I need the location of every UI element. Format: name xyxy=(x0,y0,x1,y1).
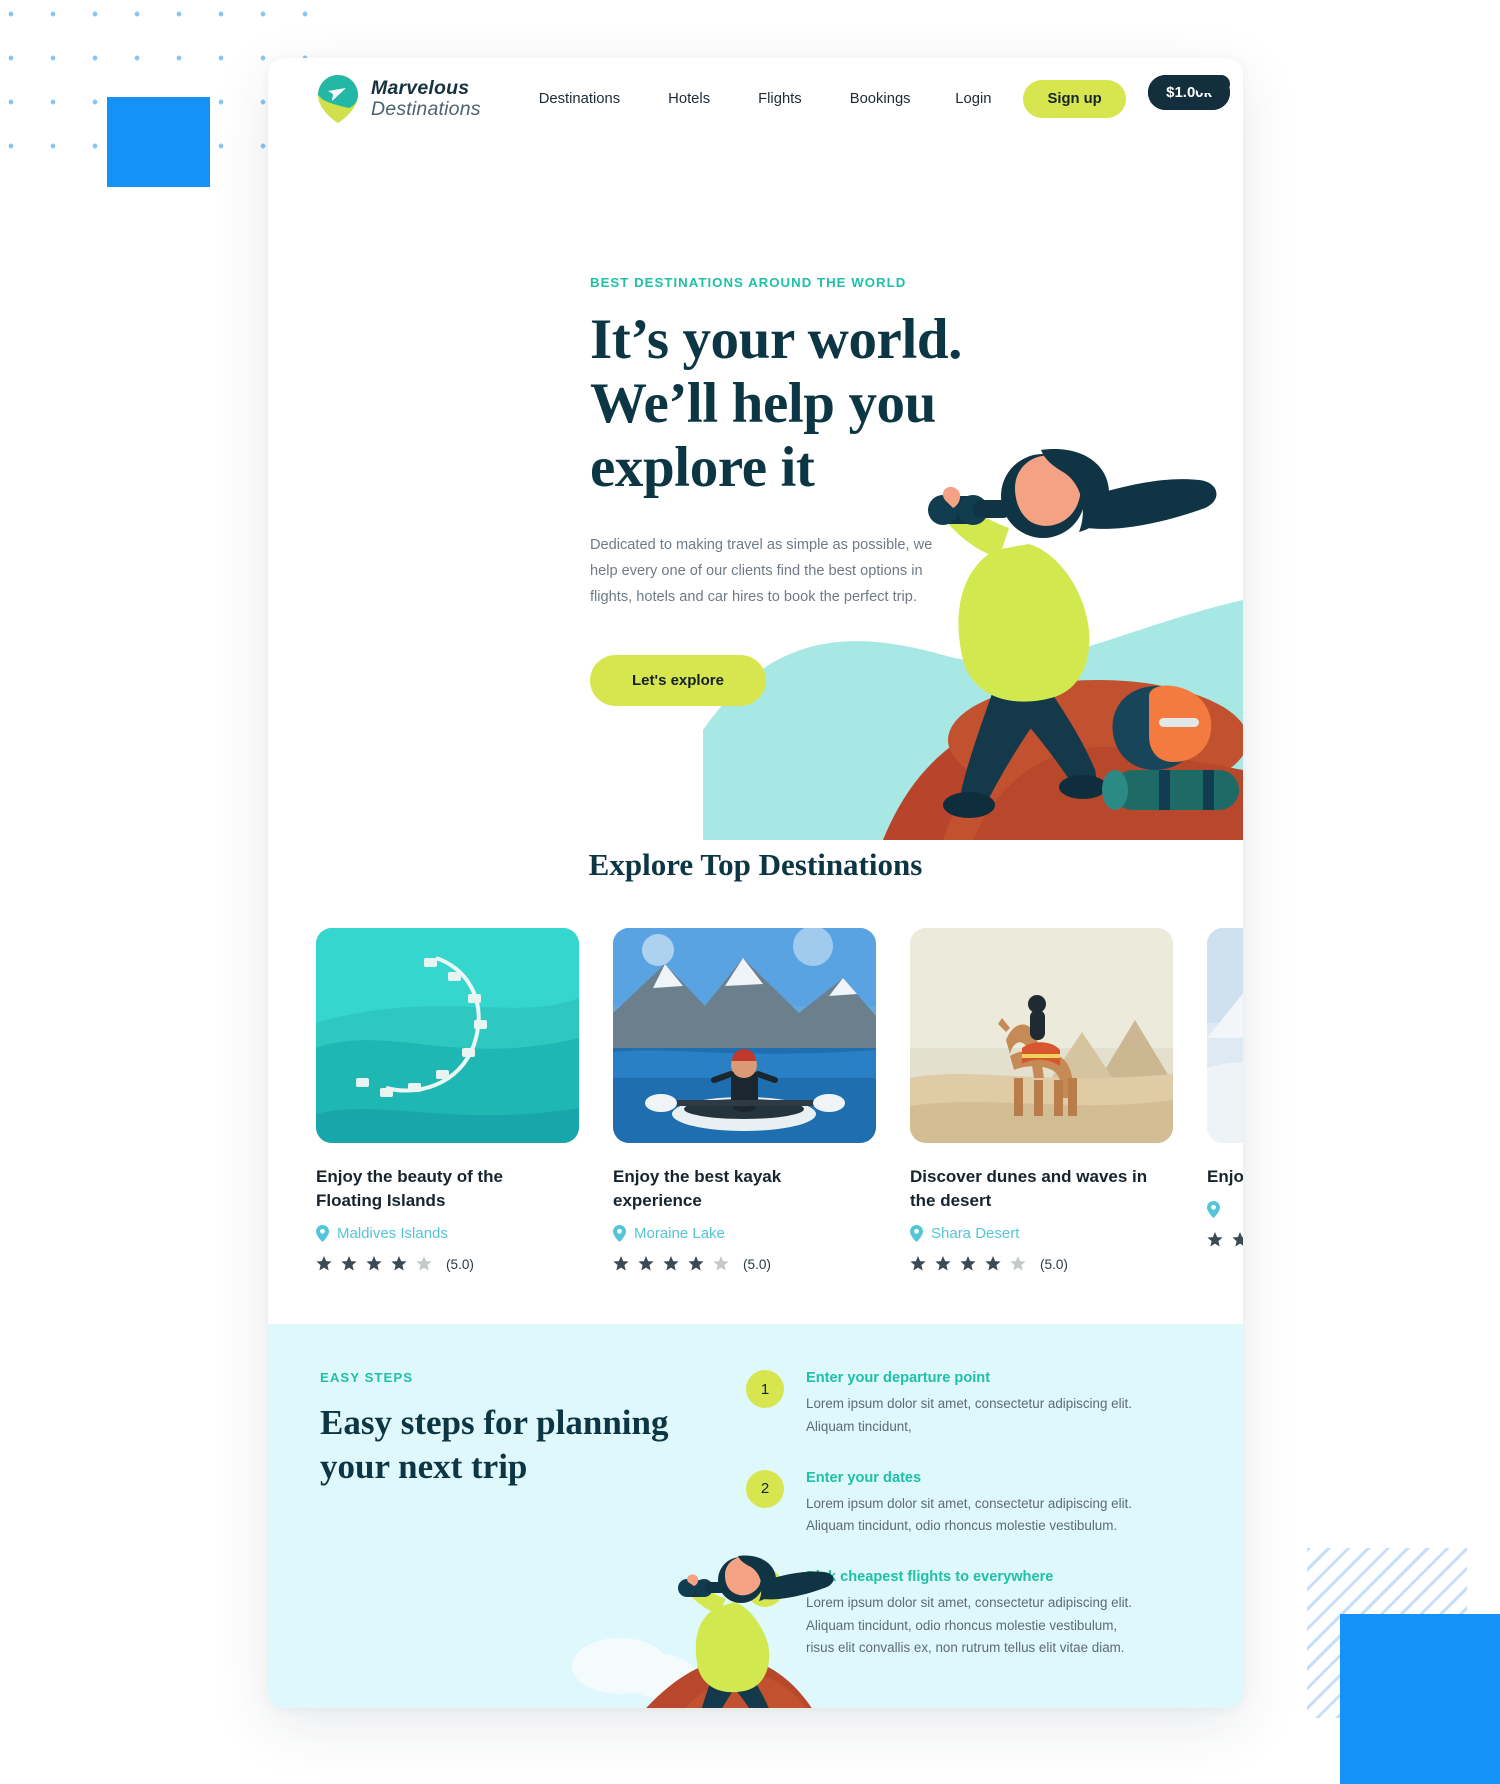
star-icon xyxy=(910,1256,926,1272)
destination-location-label: Moraine Lake xyxy=(634,1225,725,1243)
hero-eyebrow: BEST DESTINATIONS AROUND THE WORLD xyxy=(590,275,907,290)
destination-card[interactable]: $2.21k Enjoy the best kayak experience M… xyxy=(613,75,1230,1272)
map-pin-icon xyxy=(1207,1201,1220,1219)
map-pin-icon xyxy=(613,1225,626,1243)
destination-title: Enjoy the best kayak experience xyxy=(613,1167,782,1211)
site-header: Marvelous Destinations Destinations Hote… xyxy=(268,58,1243,140)
easy-step-number: 1 xyxy=(746,1370,784,1409)
star-icon xyxy=(935,1256,951,1272)
decorative-blue-square-bottom-right xyxy=(1340,1614,1500,1784)
kayaker-on-mountain-lake-photo xyxy=(613,928,876,1143)
destination-rating-value: (5.0) xyxy=(446,1256,474,1272)
top-destinations-title: Explore Top Destinations xyxy=(588,847,923,882)
hero-section: BEST DESTINATIONS AROUND THE WORLD It’s … xyxy=(268,140,1243,840)
star-icon xyxy=(1232,1232,1243,1248)
signup-button[interactable]: Sign up xyxy=(1023,80,1126,118)
map-pin-icon xyxy=(910,1225,923,1243)
brand-name: Marvelous Destinations xyxy=(371,76,481,120)
destination-rating xyxy=(1207,1232,1243,1248)
star-icon-empty xyxy=(1010,1256,1026,1272)
snow-mountain-photo xyxy=(1207,928,1243,1143)
star-icon xyxy=(316,1256,332,1272)
hero-paragraph: Dedicated to making travel as simple as … xyxy=(590,537,933,606)
easy-steps-section: EASY STEPS Easy steps for planning your … xyxy=(268,1324,1243,1708)
star-icon xyxy=(688,1256,704,1272)
star-icon xyxy=(638,1256,654,1272)
destination-rating: (5.0) xyxy=(910,1256,1173,1272)
destination-title: Discover dunes and waves in the desert xyxy=(910,1167,1148,1211)
easy-steps-title: Easy steps for planning your next trip xyxy=(320,1403,669,1487)
destination-card[interactable]: $1.00k Discover dunes and waves in the d… xyxy=(910,75,1230,1272)
star-icon xyxy=(391,1256,407,1272)
maldives-overwater-bungalows-photo xyxy=(316,928,579,1143)
destination-card[interactable]: Enjoy the beauty of the xyxy=(1194,75,1243,1272)
destination-location: Shara Desert xyxy=(910,1225,1173,1243)
bird-leaf-logo-icon xyxy=(316,73,360,125)
destination-title: Enjoy the beauty of the Floating Islands xyxy=(316,1167,504,1211)
destination-rating-value: (5.0) xyxy=(1040,1256,1068,1272)
camel-rider-at-pyramids-photo xyxy=(910,928,1173,1143)
woman-with-binoculars-on-hill-illustration xyxy=(568,1534,898,1708)
easy-step-heading: Enter your departure point xyxy=(806,1370,991,1387)
easy-step-body: Lorem ipsum dolor sit amet, consectetur … xyxy=(806,1495,1132,1533)
star-icon-empty xyxy=(416,1256,432,1272)
star-icon xyxy=(663,1256,679,1272)
star-icon xyxy=(985,1256,1001,1272)
top-destinations-section: TOP SELLING Explore Top Destinations xyxy=(268,75,1243,1272)
map-pin-icon xyxy=(316,1225,329,1243)
page-root: Marvelous Destinations Destinations Hote… xyxy=(0,0,1500,1784)
star-icon xyxy=(960,1256,976,1272)
destination-rating: (5.0) xyxy=(613,1256,876,1272)
destination-location-label: Shara Desert xyxy=(931,1225,1020,1243)
nav-item-destinations[interactable]: Destinations xyxy=(539,91,620,107)
destination-rating: (5.0) xyxy=(316,1256,579,1272)
brand-name-line1: Marvelous xyxy=(371,76,470,99)
destination-rating-value: (5.0) xyxy=(743,1256,771,1272)
destination-location: Moraine Lake xyxy=(613,1225,876,1243)
star-icon xyxy=(366,1256,382,1272)
lets-explore-button[interactable]: Let's explore xyxy=(590,655,766,707)
brand-logo[interactable]: Marvelous Destinations xyxy=(316,73,481,125)
easy-step-item: 2 Enter your dates Lorem ipsum dolor sit… xyxy=(746,1469,1146,1538)
easy-step-item: 1 Enter your departure point Lorem ipsum… xyxy=(746,1370,1146,1438)
easy-steps-eyebrow: EASY STEPS xyxy=(320,1370,414,1386)
nav-item-flights[interactable]: Flights xyxy=(758,91,802,107)
destination-location xyxy=(1207,1201,1243,1219)
main-navigation: Destinations Hotels Flights Bookings xyxy=(539,91,911,107)
star-icon xyxy=(613,1256,629,1272)
easy-step-body: Lorem ipsum dolor sit amet, consectetur … xyxy=(806,1396,1132,1434)
hero-title: It’s your world. We’ll help you explore … xyxy=(590,308,963,499)
hero-copy-block: BEST DESTINATIONS AROUND THE WORLD It’s … xyxy=(590,275,990,707)
login-link[interactable]: Login xyxy=(955,91,991,107)
brand-name-line2: Destinations xyxy=(371,98,481,120)
destination-location: Maldives Islands xyxy=(316,1225,579,1243)
decorative-blue-square-top-left xyxy=(107,97,210,187)
website-canvas: Marvelous Destinations Destinations Hote… xyxy=(268,58,1243,1708)
nav-item-bookings[interactable]: Bookings xyxy=(850,91,911,107)
star-icon xyxy=(341,1256,357,1272)
destination-card-list[interactable]: $5.43k Enjoy the beauty of the Floating … xyxy=(268,75,1243,1272)
nav-item-hotels[interactable]: Hotels xyxy=(668,91,710,107)
easy-step-heading: Enter your dates xyxy=(806,1469,922,1486)
star-icon-empty xyxy=(713,1256,729,1272)
star-icon xyxy=(1207,1232,1223,1248)
destination-title: Enjoy the beauty of the xyxy=(1207,1167,1243,1186)
destination-card[interactable]: $5.43k Enjoy the beauty of the Floating … xyxy=(316,75,1230,1272)
destination-location-label: Maldives Islands xyxy=(337,1225,448,1243)
easy-step-number: 2 xyxy=(746,1469,784,1508)
